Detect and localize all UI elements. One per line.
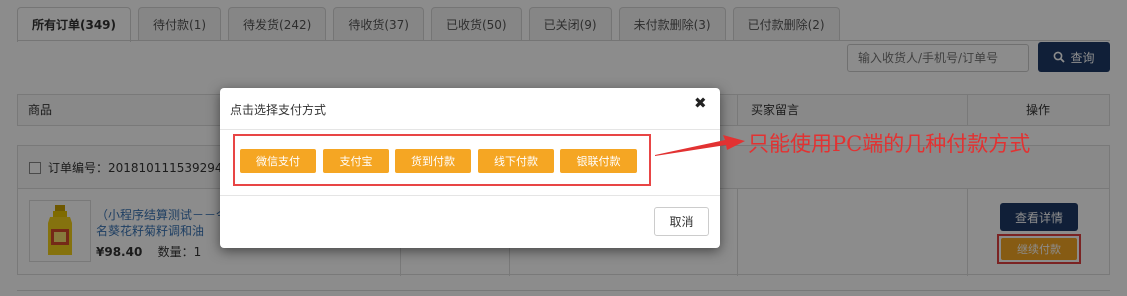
wechat-pay-button[interactable]: 微信支付 (240, 149, 316, 173)
dialog-divider (220, 195, 720, 196)
dialog-title: 点击选择支付方式 (230, 103, 327, 117)
unionpay-button[interactable]: 银联付款 (560, 149, 637, 173)
payment-method-dialog: 点击选择支付方式 ✖ 微信支付 支付宝 货到付款 线下付款 银联付款 取消 (220, 88, 720, 248)
alipay-button[interactable]: 支付宝 (323, 149, 389, 173)
annotation-arrow-icon (655, 135, 745, 156)
payment-options-highlight: 微信支付 支付宝 货到付款 线下付款 银联付款 (233, 134, 651, 186)
cash-on-delivery-button[interactable]: 货到付款 (395, 149, 471, 173)
offline-payment-button[interactable]: 线下付款 (478, 149, 554, 173)
dialog-divider (220, 129, 720, 130)
cancel-button[interactable]: 取消 (654, 207, 709, 236)
annotation-text: 只能使用PC端的几种付款方式 (748, 132, 1031, 156)
close-icon[interactable]: ✖ (694, 96, 707, 111)
